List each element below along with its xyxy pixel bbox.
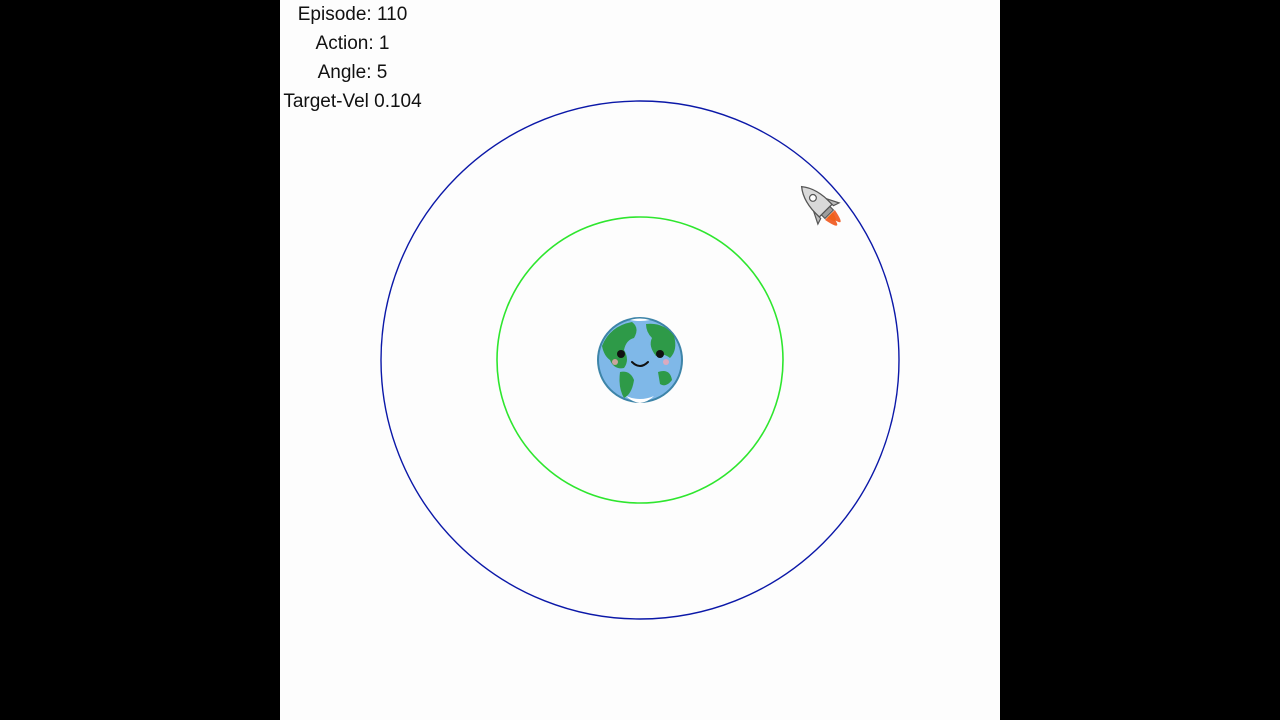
- game-canvas: Episode: 110 Action: 1 Angle: 5 Target-V…: [280, 0, 1000, 720]
- earth-icon: [597, 317, 683, 403]
- orbit-scene: [380, 100, 900, 620]
- rocket-icon: [800, 185, 841, 226]
